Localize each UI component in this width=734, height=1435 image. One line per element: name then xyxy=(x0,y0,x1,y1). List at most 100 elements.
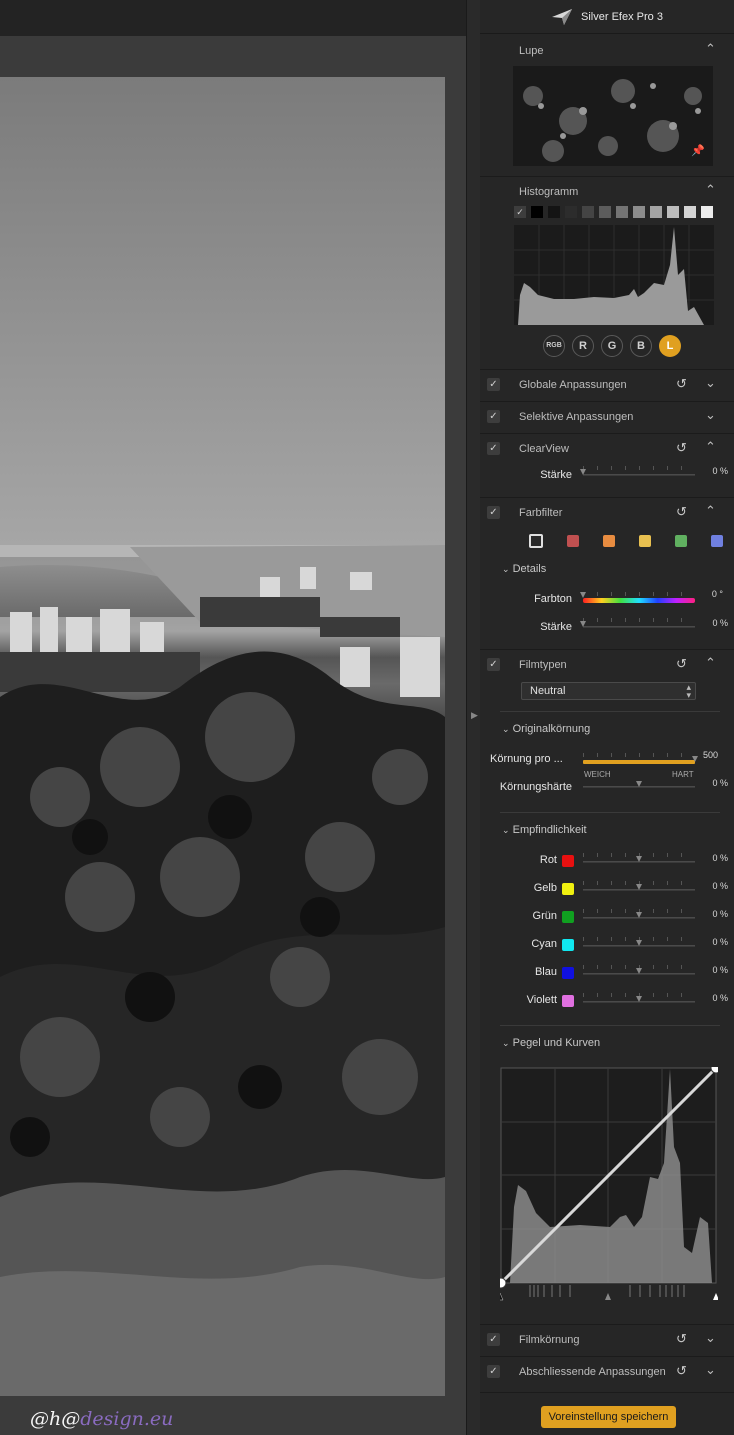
color-filter-swatch-4[interactable] xyxy=(675,535,687,547)
originalkoernung-toggle[interactable]: ⌄ Originalkörnung xyxy=(502,723,590,735)
sensitivity-slider[interactable] xyxy=(583,909,695,922)
pin-icon[interactable]: 📌 xyxy=(691,144,705,157)
chevron-up-icon[interactable]: ⌃ xyxy=(705,41,716,57)
farbfilter-staerke-value: 0 % xyxy=(712,618,728,628)
sensitivity-slider[interactable] xyxy=(583,853,695,866)
sensitivity-label: Violett xyxy=(526,994,557,1006)
checkbox-filmtypen[interactable]: ✓ xyxy=(487,658,500,671)
color-filter-swatch-0[interactable] xyxy=(529,534,543,548)
chevron-up-icon[interactable]: ⌃ xyxy=(705,182,716,198)
zone-10[interactable] xyxy=(701,206,713,218)
zone-2[interactable] xyxy=(565,206,577,218)
channel-b-button[interactable]: B xyxy=(630,335,652,357)
haerte-value: 0 % xyxy=(712,778,728,788)
kurven-toggle[interactable]: ⌄ Pegel und Kurven xyxy=(502,1037,600,1049)
details-toggle[interactable]: ⌄ Details xyxy=(502,563,546,575)
sensitivity-color-swatch xyxy=(562,967,574,979)
checkmark-icon[interactable]: ✓ xyxy=(514,206,526,218)
loupe-preview[interactable]: 📌 xyxy=(513,66,713,166)
channel-l-button[interactable]: L xyxy=(659,335,681,357)
sensitivity-color-swatch xyxy=(562,883,574,895)
chevron-down-icon[interactable]: ⌄ xyxy=(705,375,716,391)
section-farbfilter[interactable]: ✓ Farbfilter ↺ ⌃ xyxy=(480,497,734,527)
zone-1[interactable] xyxy=(548,206,560,218)
koernung-slider[interactable] xyxy=(583,753,698,766)
chevron-down-icon[interactable]: ⌄ xyxy=(705,407,716,423)
reset-icon[interactable]: ↺ xyxy=(676,440,687,456)
zone-3[interactable] xyxy=(582,206,594,218)
top-toolbar xyxy=(0,0,466,36)
zone-8[interactable] xyxy=(667,206,679,218)
section-filmtypen[interactable]: ✓ Filmtypen ↺ ⌃ xyxy=(480,649,734,679)
sensitivity-slider[interactable] xyxy=(583,965,695,978)
reset-icon[interactable]: ↺ xyxy=(676,656,687,672)
koernung-label: Körnung pro ... xyxy=(490,753,563,765)
section-globale-anpassungen[interactable]: ✓ Globale Anpassungen ↺ ⌄ xyxy=(480,369,734,399)
reset-icon[interactable]: ↺ xyxy=(676,504,687,520)
reset-icon[interactable]: ↺ xyxy=(676,376,687,392)
checkbox-abschliessend[interactable]: ✓ xyxy=(487,1365,500,1378)
checkbox-clearview[interactable]: ✓ xyxy=(487,442,500,455)
farbton-slider[interactable] xyxy=(580,592,695,603)
section-label: Selektive Anpassungen xyxy=(519,411,634,423)
collapse-arrow-icon[interactable]: ▶ xyxy=(471,710,478,721)
panel-footer: Voreinstellung speichern xyxy=(480,1392,734,1435)
sensitivity-slider[interactable] xyxy=(583,993,695,1006)
chevron-down-icon[interactable]: ⌄ xyxy=(705,1362,716,1378)
divider xyxy=(500,812,720,813)
clearview-staerke-slider[interactable] xyxy=(580,466,695,479)
sensitivity-slider[interactable] xyxy=(583,937,695,950)
section-abschliessende-anpassungen[interactable]: ✓ Abschliessende Anpassungen ↺ ⌄ xyxy=(480,1356,734,1386)
checkbox-selektive[interactable]: ✓ xyxy=(487,410,500,423)
curves-editor[interactable] xyxy=(495,1062,722,1302)
hart-label: HART xyxy=(672,770,694,779)
reset-icon[interactable]: ↺ xyxy=(676,1331,687,1347)
section-clearview[interactable]: ✓ ClearView ↺ ⌃ xyxy=(480,433,734,463)
color-filter-swatch-5[interactable] xyxy=(711,535,723,547)
sensitivity-slider[interactable] xyxy=(583,881,695,894)
chevron-up-icon[interactable]: ⌃ xyxy=(705,439,716,455)
chevron-up-icon[interactable]: ⌃ xyxy=(705,503,716,519)
reset-icon[interactable]: ↺ xyxy=(676,1363,687,1379)
checkbox-globale[interactable]: ✓ xyxy=(487,378,500,391)
section-label: Filmkörnung xyxy=(519,1334,580,1346)
save-preset-button[interactable]: Voreinstellung speichern xyxy=(541,1406,676,1428)
sensitivity-label: Gelb xyxy=(533,882,557,894)
channel-r-button[interactable]: R xyxy=(572,335,594,357)
sensitivity-value: 0 % xyxy=(712,881,728,891)
section-lupe[interactable]: Lupe ⌃ xyxy=(480,36,734,66)
empfindlichkeit-toggle[interactable]: ⌄ Empfindlichkeit xyxy=(502,824,587,836)
zone-5[interactable] xyxy=(616,206,628,218)
channel-g-button[interactable]: G xyxy=(601,335,623,357)
zone-7[interactable] xyxy=(650,206,662,218)
originalkoernung-label: Originalkörnung xyxy=(512,723,591,735)
zone-6[interactable] xyxy=(633,206,645,218)
color-filter-swatch-3[interactable] xyxy=(639,535,651,547)
color-filter-swatch-2[interactable] xyxy=(603,535,615,547)
section-filmkoernung[interactable]: ✓ Filmkörnung ↺ ⌄ xyxy=(480,1324,734,1354)
zone-0[interactable] xyxy=(531,206,543,218)
farbfilter-staerke-slider[interactable] xyxy=(580,618,695,631)
sensitivity-value: 0 % xyxy=(712,965,728,975)
channel-rgb-button[interactable]: RGB xyxy=(543,335,565,357)
checkbox-farbfilter[interactable]: ✓ xyxy=(487,506,500,519)
section-histogramm-label: Histogramm xyxy=(519,186,579,198)
zone-4[interactable] xyxy=(599,206,611,218)
section-lupe-label: Lupe xyxy=(519,45,544,57)
chevron-up-icon[interactable]: ⌃ xyxy=(705,655,716,671)
checkbox-filmkoernung[interactable]: ✓ xyxy=(487,1333,500,1346)
chevron-down-icon[interactable]: ⌄ xyxy=(705,1330,716,1346)
filmtyp-select[interactable]: Neutral ▴ ▾ xyxy=(521,682,696,700)
empfindlichkeit-label: Empfindlichkeit xyxy=(512,824,587,836)
zone-9[interactable] xyxy=(684,206,696,218)
section-label: Globale Anpassungen xyxy=(519,379,627,391)
section-histogramm[interactable]: Histogramm ⌃ xyxy=(480,176,734,206)
section-selektive-anpassungen[interactable]: ✓ Selektive Anpassungen ⌄ xyxy=(480,401,734,431)
color-filter-swatch-1[interactable] xyxy=(567,535,579,547)
farbfilter-staerke-label: Stärke xyxy=(540,621,572,633)
haerte-label: Körnungshärte xyxy=(499,781,572,793)
clearview-staerke-label: Stärke xyxy=(540,469,572,481)
sensitivity-value: 0 % xyxy=(712,993,728,1003)
panel-collapse-strip[interactable]: ▶ xyxy=(466,0,480,1435)
haerte-slider[interactable] xyxy=(583,781,695,791)
